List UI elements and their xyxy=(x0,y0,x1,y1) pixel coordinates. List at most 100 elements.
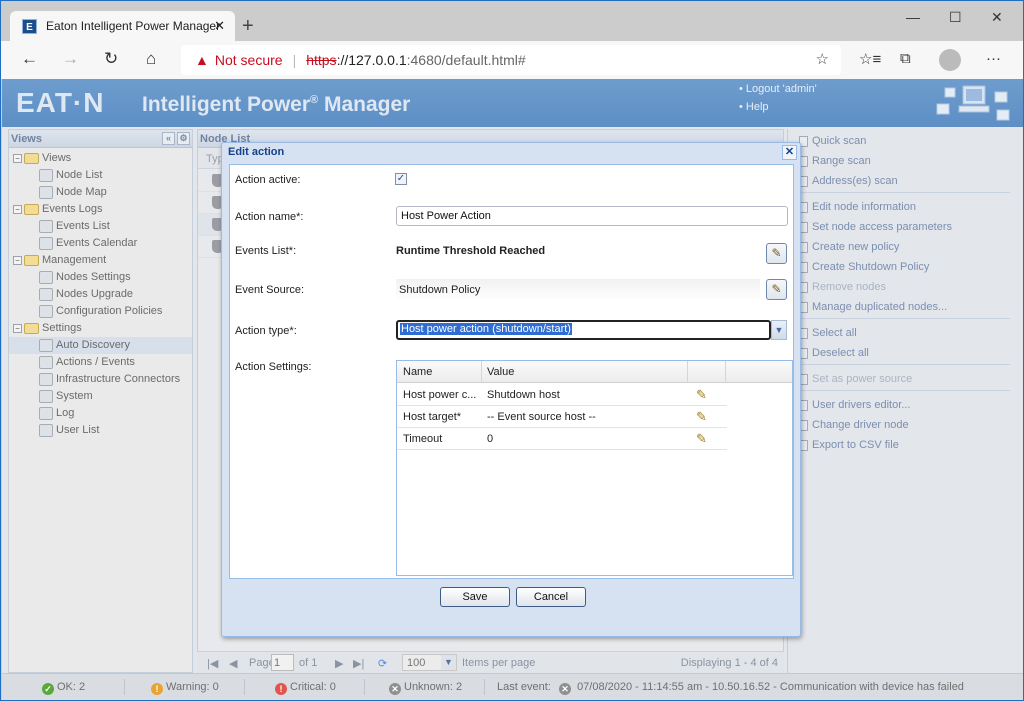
profile-avatar[interactable] xyxy=(939,49,961,71)
tree-item[interactable]: Events List xyxy=(9,218,192,235)
tree-folder[interactable]: − Views xyxy=(9,150,192,167)
action-link[interactable]: Create Shutdown Policy xyxy=(812,261,929,273)
chevron-down-icon[interactable]: ▼ xyxy=(441,655,456,670)
collapse-toggle-icon[interactable]: − xyxy=(13,255,22,265)
favorite-star-icon[interactable]: ☆ xyxy=(816,50,829,68)
view-icon xyxy=(39,287,53,301)
tab-close-icon[interactable]: ✕ xyxy=(214,18,225,34)
tree-item[interactable]: Events Calendar xyxy=(9,235,192,252)
prev-page-icon[interactable]: ◀ xyxy=(229,657,237,670)
action-link[interactable]: Edit node information xyxy=(812,201,916,213)
action-type-select[interactable]: Host power action (shutdown/start) xyxy=(396,320,771,340)
tree-folder[interactable]: − Settings xyxy=(9,320,192,337)
action-separator xyxy=(800,318,1010,319)
view-icon xyxy=(39,423,53,437)
settings-row[interactable]: Host power c... Shutdown host ✎ xyxy=(397,384,727,406)
edit-events-list-button[interactable]: ✎ xyxy=(766,243,787,264)
back-button[interactable]: ← xyxy=(21,49,38,69)
status-unknown[interactable]: ✕ Unknown: 2 xyxy=(389,681,462,695)
action-separator xyxy=(800,390,1010,391)
settings-row[interactable]: Timeout 0 ✎ xyxy=(397,428,727,450)
status-ok[interactable]: ✓ OK: 2 xyxy=(42,681,85,695)
pencil-icon[interactable]: ✎ xyxy=(696,431,707,447)
save-button[interactable]: Save xyxy=(440,587,510,607)
tree-item[interactable]: Nodes Upgrade xyxy=(9,286,192,303)
new-tab-button[interactable]: + xyxy=(242,15,254,38)
status-warning[interactable]: ! Warning: 0 xyxy=(151,681,219,695)
action-link[interactable]: Select all xyxy=(812,327,857,339)
refresh-button[interactable]: ↻ xyxy=(104,49,118,69)
tree-item[interactable]: Node Map xyxy=(9,184,192,201)
collections-icon[interactable]: ⧉ xyxy=(900,50,911,67)
pencil-icon[interactable]: ✎ xyxy=(696,409,707,425)
column-header-value[interactable]: Value xyxy=(487,366,514,378)
action-link[interactable]: Change driver node xyxy=(812,419,909,431)
favorites-list-icon[interactable]: ☆≡ xyxy=(859,50,881,68)
forward-button[interactable]: → xyxy=(62,49,79,69)
security-label[interactable]: Not secure xyxy=(215,52,283,68)
last-event-label: Last event: xyxy=(497,681,551,693)
collapse-panel-button[interactable]: « xyxy=(162,132,175,145)
action-link[interactable]: Create new policy xyxy=(812,241,899,253)
tree-folder[interactable]: − Management xyxy=(9,252,192,269)
logout-link[interactable]: • Logout 'admin' xyxy=(739,83,817,95)
browser-tab[interactable]: E Eaton Intelligent Power Manager ✕ xyxy=(10,11,235,41)
home-button[interactable]: ⌂ xyxy=(146,49,156,69)
browser-window: E Eaton Intelligent Power Manager ✕ + — … xyxy=(1,1,1023,700)
action-active-checkbox[interactable]: ✓ xyxy=(395,173,407,185)
collapse-toggle-icon[interactable]: − xyxy=(13,204,22,214)
pencil-icon[interactable]: ✎ xyxy=(696,387,707,403)
maximize-button[interactable]: ☐ xyxy=(949,9,962,26)
collapse-toggle-icon[interactable]: − xyxy=(13,323,22,333)
tree-item[interactable]: Nodes Settings xyxy=(9,269,192,286)
column-header-name[interactable]: Name xyxy=(403,366,432,378)
tree-folder[interactable]: − Events Logs xyxy=(9,201,192,218)
action-link[interactable]: Export to CSV file xyxy=(812,439,899,451)
collapse-toggle-icon[interactable]: − xyxy=(13,153,22,163)
action-link[interactable]: Manage duplicated nodes... xyxy=(812,301,947,313)
first-page-icon[interactable]: |◀ xyxy=(207,657,218,670)
settings-row[interactable]: Host target* -- Event source host -- ✎ xyxy=(397,406,727,428)
action-link[interactable]: Set node access parameters xyxy=(812,221,952,233)
displaying-count: Displaying 1 - 4 of 4 xyxy=(680,657,778,669)
action-link[interactable]: User drivers editor... xyxy=(812,399,910,411)
setting-name: Host power c... xyxy=(403,389,477,401)
action-link[interactable]: Deselect all xyxy=(812,347,869,359)
tree-item-label: Node List xyxy=(56,169,103,181)
folder-icon xyxy=(24,152,39,164)
tree-item[interactable]: Log xyxy=(9,405,192,422)
help-link[interactable]: • Help xyxy=(739,101,769,113)
tree-item[interactable]: System xyxy=(9,388,192,405)
panel-settings-button[interactable]: ⚙ xyxy=(177,132,190,145)
action-link[interactable]: Range scan xyxy=(812,155,871,167)
tree-item[interactable]: Infrastructure Connectors xyxy=(9,371,192,388)
tree-item[interactable]: Auto Discovery xyxy=(9,337,192,354)
action-link[interactable]: Address(es) scan xyxy=(812,175,898,187)
action-active-label: Action active: xyxy=(235,174,301,186)
status-critical[interactable]: ! Critical: 0 xyxy=(275,681,336,695)
tree-item[interactable]: Node List xyxy=(9,167,192,184)
items-per-page-label: Items per page xyxy=(462,657,536,669)
tree-item[interactable]: User List xyxy=(9,422,192,439)
next-page-icon[interactable]: ▶ xyxy=(335,657,343,670)
page-input[interactable]: 1 xyxy=(271,654,294,671)
refresh-icon[interactable]: ⟳ xyxy=(378,657,387,670)
action-link[interactable]: Set as power source xyxy=(812,373,912,385)
last-page-icon[interactable]: ▶| xyxy=(353,657,364,670)
minimize-button[interactable]: — xyxy=(906,9,920,25)
cancel-button[interactable]: Cancel xyxy=(516,587,586,607)
close-window-button[interactable]: ✕ xyxy=(991,9,1003,26)
tree-item[interactable]: Actions / Events xyxy=(9,354,192,371)
dialog-close-button[interactable]: ✕ xyxy=(782,145,797,160)
last-event[interactable]: ✕ 07/08/2020 - 11:14:55 am - 10.50.16.52… xyxy=(559,681,964,695)
action-name-input[interactable]: Host Power Action xyxy=(396,206,788,226)
chevron-down-icon[interactable]: ▼ xyxy=(771,320,787,340)
action-link[interactable]: Remove nodes xyxy=(812,281,886,293)
menu-icon[interactable]: ··· xyxy=(986,50,1001,67)
edit-event-source-button[interactable]: ✎ xyxy=(766,279,787,300)
action-name-label: Action name*: xyxy=(235,211,304,223)
tree-item[interactable]: Configuration Policies xyxy=(9,303,192,320)
address-bar[interactable]: ▲ Not secure | https://127.0.0.1:4680/de… xyxy=(181,45,841,75)
url-host: ://127.0.0.1 xyxy=(336,52,407,68)
action-link[interactable]: Quick scan xyxy=(812,135,866,147)
